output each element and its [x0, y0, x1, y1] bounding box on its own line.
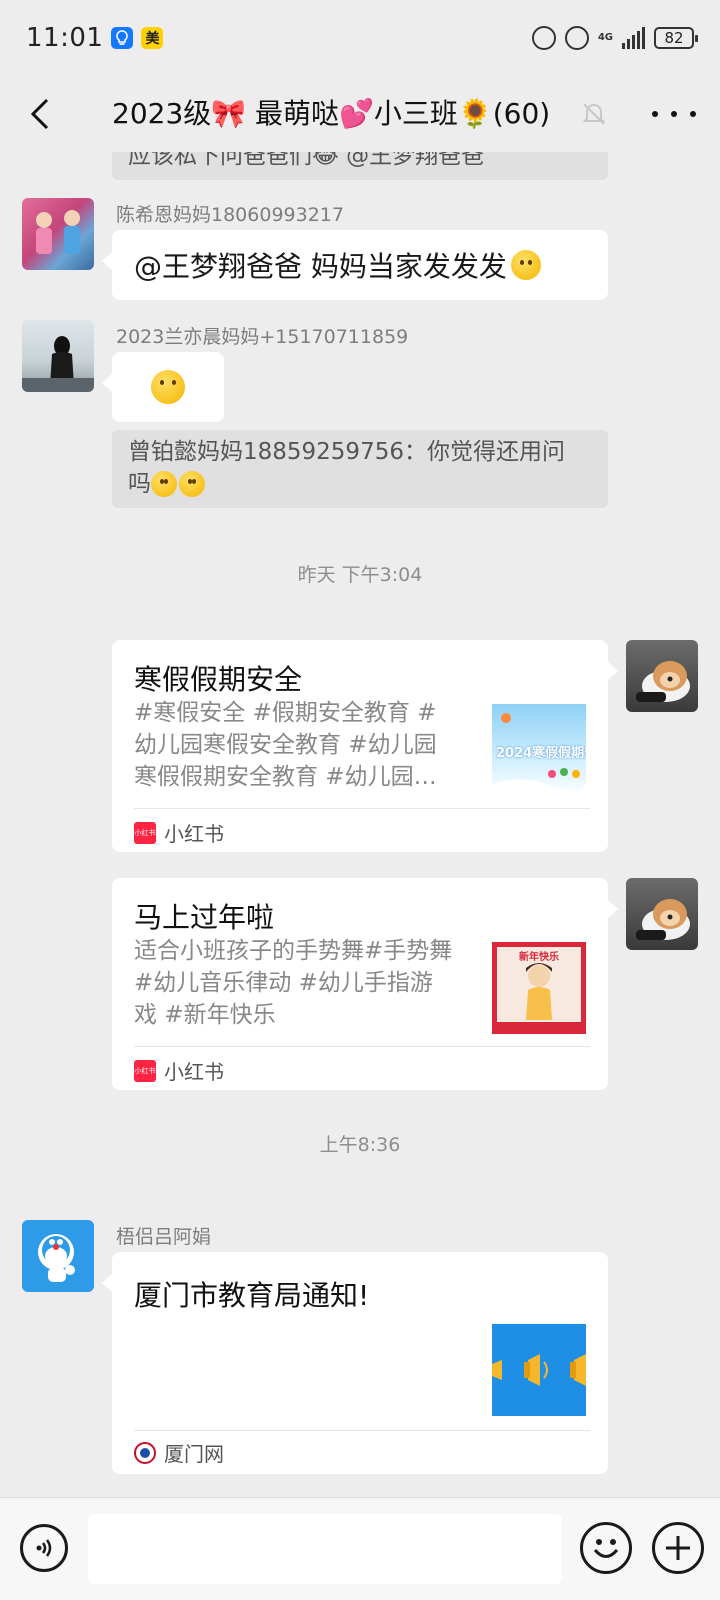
- input-bar: [0, 1497, 720, 1600]
- signal-icon: [622, 27, 645, 49]
- timestamp: 上午8:36: [319, 1134, 401, 1156]
- chat-title: 2023级🎀 最萌哒💕小三班🌻(60): [112, 97, 551, 130]
- more-options-button[interactable]: [652, 98, 696, 130]
- link-card[interactable]: 马上过年啦 适合小班孩子的手势舞#手势舞 #幼儿音乐律动 #幼儿手指游 戏 #新…: [112, 878, 618, 1090]
- data-saver-icon: [531, 26, 556, 50]
- back-button[interactable]: [0, 76, 80, 152]
- card-source: 小红书 小红书: [134, 818, 224, 847]
- card-source-name: 小红书: [164, 1060, 224, 1084]
- card-desc-line: #寒假安全 #假期安全教育 #: [134, 700, 437, 726]
- battery-icon: 82: [654, 27, 698, 49]
- status-time: 11:01: [26, 23, 104, 53]
- link-card[interactable]: 寒假假期安全 #寒假安全 #假期安全教育 # 幼儿园寒假安全教育 #幼儿园 寒假…: [112, 640, 618, 852]
- card-source-name: 厦门网: [164, 1442, 224, 1466]
- quoted-text-line2: 吗: [128, 471, 151, 497]
- quoted-text-line1: 曾铂懿妈妈18859259756：你觉得还用问: [128, 439, 565, 465]
- alarm-icon: [564, 26, 589, 50]
- voice-icon: [36, 1539, 52, 1557]
- plus-icon: [666, 1536, 690, 1560]
- xiaohongshu-logo-icon: 小红书: [134, 821, 156, 844]
- emoji-message-bubble[interactable]: [102, 352, 224, 422]
- status-bar: 11:01 美 4G 82: [0, 0, 720, 76]
- quoted-message[interactable]: 曾铂懿妈妈18859259756：你觉得还用问 吗: [112, 430, 608, 508]
- my-avatar[interactable]: [626, 878, 698, 950]
- card-source: 小红书 小红书: [134, 1056, 224, 1085]
- sender-name: 陈希恩妈妈18060993217: [116, 204, 344, 226]
- card-desc-line: 适合小班孩子的手势舞#手势舞: [134, 938, 453, 964]
- xiaohongshu-logo-icon: 小红书: [134, 1059, 156, 1082]
- voice-input-button[interactable]: [20, 1524, 68, 1572]
- chat-header: 2023级🎀 最萌哒💕小三班🌻(60): [0, 76, 720, 152]
- avatar[interactable]: [22, 320, 94, 392]
- card-divider: [134, 808, 590, 809]
- thinking-emoji-icon: [179, 471, 205, 497]
- avatar[interactable]: [22, 198, 94, 270]
- timestamp: 昨天 下午3:04: [297, 564, 423, 586]
- card-source: 厦门网: [134, 1438, 224, 1467]
- my-avatar[interactable]: [626, 640, 698, 712]
- status-indicators: 4G 82: [531, 26, 698, 50]
- card-desc-line: #幼儿音乐律动 #幼儿手指游: [134, 970, 433, 996]
- quoted-message[interactable]: 应该私下问爸爸们😂 @王梦翔爸爸: [112, 152, 608, 180]
- chevron-left-icon: [30, 98, 49, 130]
- card-desc-line: 寒假假期安全教育 #幼儿园…: [134, 764, 437, 790]
- meituan-notification-icon: 美: [141, 27, 164, 49]
- card-title: 厦门市教育局通知!: [134, 1279, 370, 1312]
- thinking-emoji-icon: [510, 250, 541, 280]
- emoji-button[interactable]: [580, 1522, 632, 1574]
- card-desc-line: 幼儿园寒假安全教育 #幼儿园: [134, 732, 437, 758]
- more-functions-button[interactable]: [652, 1522, 704, 1574]
- avatar[interactable]: [22, 1220, 94, 1292]
- card-description: 适合小班孩子的手势舞#手势舞 #幼儿音乐律动 #幼儿手指游 戏 #新年快乐: [134, 935, 464, 1031]
- mute-bell-icon: [582, 103, 606, 125]
- card-divider: [134, 1046, 590, 1047]
- xiamen-net-logo-icon: [134, 1441, 156, 1464]
- chat-message-list[interactable]: 应该私下问爸爸们😂 @王梦翔爸爸 陈希恩妈妈18060993217 @王梦翔爸爸…: [0, 152, 720, 1497]
- sender-name: 梧侣吕阿娟: [116, 1226, 212, 1248]
- quoted-text: 应该私下问爸爸们😂 @王梦翔爸爸: [128, 152, 485, 169]
- message-input[interactable]: [88, 1514, 562, 1584]
- card-divider: [134, 1430, 590, 1431]
- message-text: @王梦翔爸爸 妈妈当家发发发: [134, 250, 507, 283]
- link-card[interactable]: 厦门市教育局通知! 厦门网: [102, 1252, 608, 1474]
- card-thumbnail: 2024寒假假期安全: [492, 704, 586, 796]
- card-desc-line: 戏 #新年快乐: [134, 1002, 276, 1028]
- card-thumbnail: 新年快乐: [492, 942, 586, 1034]
- message-bubble[interactable]: @王梦翔爸爸 妈妈当家发发发: [102, 230, 608, 300]
- card-title: 寒假假期安全: [134, 663, 303, 696]
- smiley-icon: [593, 1539, 619, 1558]
- thinking-emoji-icon: [151, 471, 177, 497]
- sender-name: 2023兰亦晨妈妈+15170711859: [116, 326, 409, 348]
- card-title: 马上过年啦: [134, 901, 275, 934]
- card-description: #寒假安全 #假期安全教育 # 幼儿园寒假安全教育 #幼儿园 寒假假期安全教育 …: [134, 697, 464, 793]
- card-source-name: 小红书: [164, 822, 224, 846]
- thinking-emoji-icon: [151, 370, 185, 404]
- card-thumbnail: [492, 1324, 586, 1416]
- notification-bulb-icon: [111, 27, 134, 49]
- network-type: 4G: [597, 32, 613, 43]
